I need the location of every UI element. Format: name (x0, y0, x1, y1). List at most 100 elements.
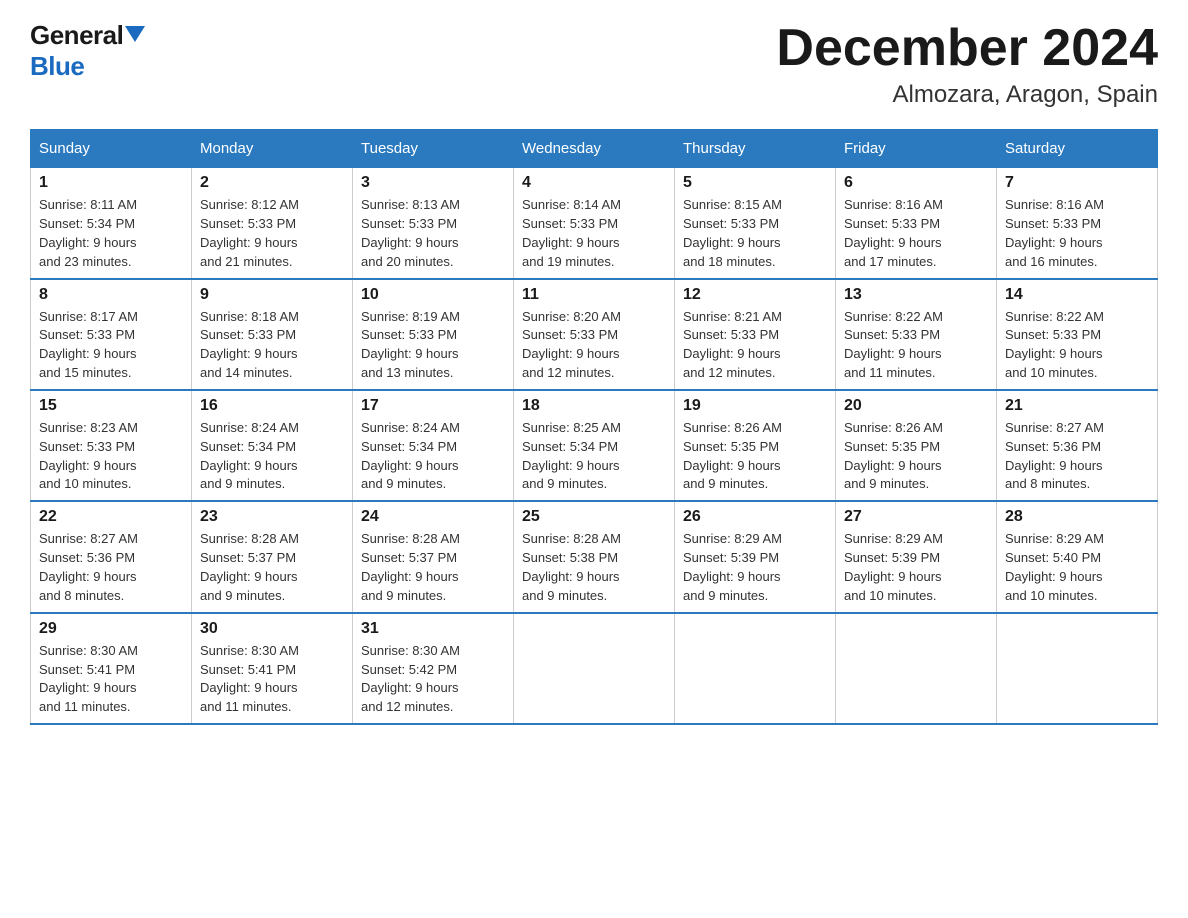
table-row: 11 Sunrise: 8:20 AM Sunset: 5:33 PM Dayl… (514, 279, 675, 390)
table-row: 19 Sunrise: 8:26 AM Sunset: 5:35 PM Dayl… (675, 390, 836, 501)
day-info: Sunrise: 8:29 AM Sunset: 5:40 PM Dayligh… (1005, 530, 1149, 605)
daylight-label: Daylight: 9 hours (39, 458, 137, 473)
sunrise-label: Sunrise: 8:12 AM (200, 197, 299, 212)
logo-general: General (30, 20, 123, 51)
daylight-label: Daylight: 9 hours (522, 458, 620, 473)
sunrise-label: Sunrise: 8:19 AM (361, 309, 460, 324)
sunset-label: Sunset: 5:33 PM (200, 216, 296, 231)
sunrise-label: Sunrise: 8:15 AM (683, 197, 782, 212)
daylight-label: Daylight: 9 hours (361, 235, 459, 250)
title-area: December 2024 Almozara, Aragon, Spain (776, 20, 1158, 109)
sunrise-label: Sunrise: 8:29 AM (844, 531, 943, 546)
calendar-week-row: 29 Sunrise: 8:30 AM Sunset: 5:41 PM Dayl… (31, 613, 1158, 724)
day-number: 22 (39, 508, 183, 526)
day-number: 18 (522, 397, 666, 415)
day-info: Sunrise: 8:12 AM Sunset: 5:33 PM Dayligh… (200, 196, 344, 271)
day-number: 5 (683, 174, 827, 192)
table-row: 14 Sunrise: 8:22 AM Sunset: 5:33 PM Dayl… (997, 279, 1158, 390)
table-row (514, 613, 675, 724)
daylight-minutes: and 11 minutes. (200, 699, 292, 714)
sunset-label: Sunset: 5:33 PM (844, 327, 940, 342)
col-sunday: Sunday (31, 130, 192, 168)
sunrise-label: Sunrise: 8:16 AM (1005, 197, 1104, 212)
day-info: Sunrise: 8:29 AM Sunset: 5:39 PM Dayligh… (683, 530, 827, 605)
sunrise-label: Sunrise: 8:28 AM (200, 531, 299, 546)
daylight-minutes: and 17 minutes. (844, 254, 937, 269)
day-info: Sunrise: 8:30 AM Sunset: 5:41 PM Dayligh… (39, 642, 183, 717)
calendar-header: Sunday Monday Tuesday Wednesday Thursday… (31, 130, 1158, 168)
table-row: 3 Sunrise: 8:13 AM Sunset: 5:33 PM Dayli… (353, 168, 514, 279)
table-row: 16 Sunrise: 8:24 AM Sunset: 5:34 PM Dayl… (192, 390, 353, 501)
daylight-minutes: and 12 minutes. (683, 365, 776, 380)
day-number: 21 (1005, 397, 1149, 415)
calendar-week-row: 8 Sunrise: 8:17 AM Sunset: 5:33 PM Dayli… (31, 279, 1158, 390)
sunrise-label: Sunrise: 8:29 AM (683, 531, 782, 546)
daylight-label: Daylight: 9 hours (844, 569, 942, 584)
table-row: 27 Sunrise: 8:29 AM Sunset: 5:39 PM Dayl… (836, 501, 997, 612)
sunrise-label: Sunrise: 8:27 AM (39, 531, 138, 546)
daylight-minutes: and 10 minutes. (1005, 588, 1098, 603)
calendar-body: 1 Sunrise: 8:11 AM Sunset: 5:34 PM Dayli… (31, 168, 1158, 724)
col-saturday: Saturday (997, 130, 1158, 168)
daylight-minutes: and 21 minutes. (200, 254, 293, 269)
sunset-label: Sunset: 5:33 PM (522, 327, 618, 342)
table-row: 30 Sunrise: 8:30 AM Sunset: 5:41 PM Dayl… (192, 613, 353, 724)
calendar-title: December 2024 (776, 20, 1158, 77)
day-info: Sunrise: 8:22 AM Sunset: 5:33 PM Dayligh… (844, 308, 988, 383)
sunset-label: Sunset: 5:38 PM (522, 550, 618, 565)
daylight-minutes: and 9 minutes. (522, 588, 607, 603)
day-number: 28 (1005, 508, 1149, 526)
daylight-label: Daylight: 9 hours (1005, 235, 1103, 250)
daylight-minutes: and 9 minutes. (361, 476, 446, 491)
daylight-minutes: and 9 minutes. (200, 588, 285, 603)
sunset-label: Sunset: 5:33 PM (522, 216, 618, 231)
daylight-minutes: and 10 minutes. (39, 476, 132, 491)
daylight-label: Daylight: 9 hours (361, 569, 459, 584)
daylight-label: Daylight: 9 hours (200, 680, 298, 695)
daylight-minutes: and 11 minutes. (39, 699, 131, 714)
daylight-label: Daylight: 9 hours (39, 235, 137, 250)
daylight-minutes: and 10 minutes. (1005, 365, 1098, 380)
day-info: Sunrise: 8:24 AM Sunset: 5:34 PM Dayligh… (361, 419, 505, 494)
sunset-label: Sunset: 5:34 PM (522, 439, 618, 454)
daylight-label: Daylight: 9 hours (200, 235, 298, 250)
sunrise-label: Sunrise: 8:18 AM (200, 309, 299, 324)
daylight-minutes: and 9 minutes. (200, 476, 285, 491)
daylight-label: Daylight: 9 hours (361, 680, 459, 695)
logo: General Blue (30, 20, 145, 82)
day-number: 8 (39, 286, 183, 304)
day-info: Sunrise: 8:23 AM Sunset: 5:33 PM Dayligh… (39, 419, 183, 494)
sunset-label: Sunset: 5:41 PM (200, 662, 296, 677)
sunrise-label: Sunrise: 8:22 AM (844, 309, 943, 324)
day-number: 6 (844, 174, 988, 192)
daylight-label: Daylight: 9 hours (1005, 569, 1103, 584)
sunset-label: Sunset: 5:34 PM (361, 439, 457, 454)
sunrise-label: Sunrise: 8:17 AM (39, 309, 138, 324)
calendar-subtitle: Almozara, Aragon, Spain (776, 81, 1158, 109)
daylight-minutes: and 9 minutes. (522, 476, 607, 491)
sunrise-label: Sunrise: 8:29 AM (1005, 531, 1104, 546)
day-info: Sunrise: 8:28 AM Sunset: 5:37 PM Dayligh… (361, 530, 505, 605)
logo-triangle-icon (125, 26, 145, 42)
col-thursday: Thursday (675, 130, 836, 168)
sunrise-label: Sunrise: 8:23 AM (39, 420, 138, 435)
logo-blue: Blue (30, 51, 84, 82)
sunrise-label: Sunrise: 8:30 AM (200, 643, 299, 658)
day-info: Sunrise: 8:27 AM Sunset: 5:36 PM Dayligh… (39, 530, 183, 605)
sunset-label: Sunset: 5:42 PM (361, 662, 457, 677)
calendar-week-row: 22 Sunrise: 8:27 AM Sunset: 5:36 PM Dayl… (31, 501, 1158, 612)
table-row: 29 Sunrise: 8:30 AM Sunset: 5:41 PM Dayl… (31, 613, 192, 724)
calendar-table: Sunday Monday Tuesday Wednesday Thursday… (30, 129, 1158, 725)
table-row: 13 Sunrise: 8:22 AM Sunset: 5:33 PM Dayl… (836, 279, 997, 390)
table-row: 15 Sunrise: 8:23 AM Sunset: 5:33 PM Dayl… (31, 390, 192, 501)
daylight-minutes: and 13 minutes. (361, 365, 454, 380)
table-row: 10 Sunrise: 8:19 AM Sunset: 5:33 PM Dayl… (353, 279, 514, 390)
sunset-label: Sunset: 5:33 PM (39, 439, 135, 454)
table-row: 7 Sunrise: 8:16 AM Sunset: 5:33 PM Dayli… (997, 168, 1158, 279)
daylight-label: Daylight: 9 hours (522, 235, 620, 250)
sunset-label: Sunset: 5:33 PM (1005, 216, 1101, 231)
sunset-label: Sunset: 5:37 PM (200, 550, 296, 565)
table-row: 21 Sunrise: 8:27 AM Sunset: 5:36 PM Dayl… (997, 390, 1158, 501)
day-number: 17 (361, 397, 505, 415)
sunrise-label: Sunrise: 8:28 AM (361, 531, 460, 546)
